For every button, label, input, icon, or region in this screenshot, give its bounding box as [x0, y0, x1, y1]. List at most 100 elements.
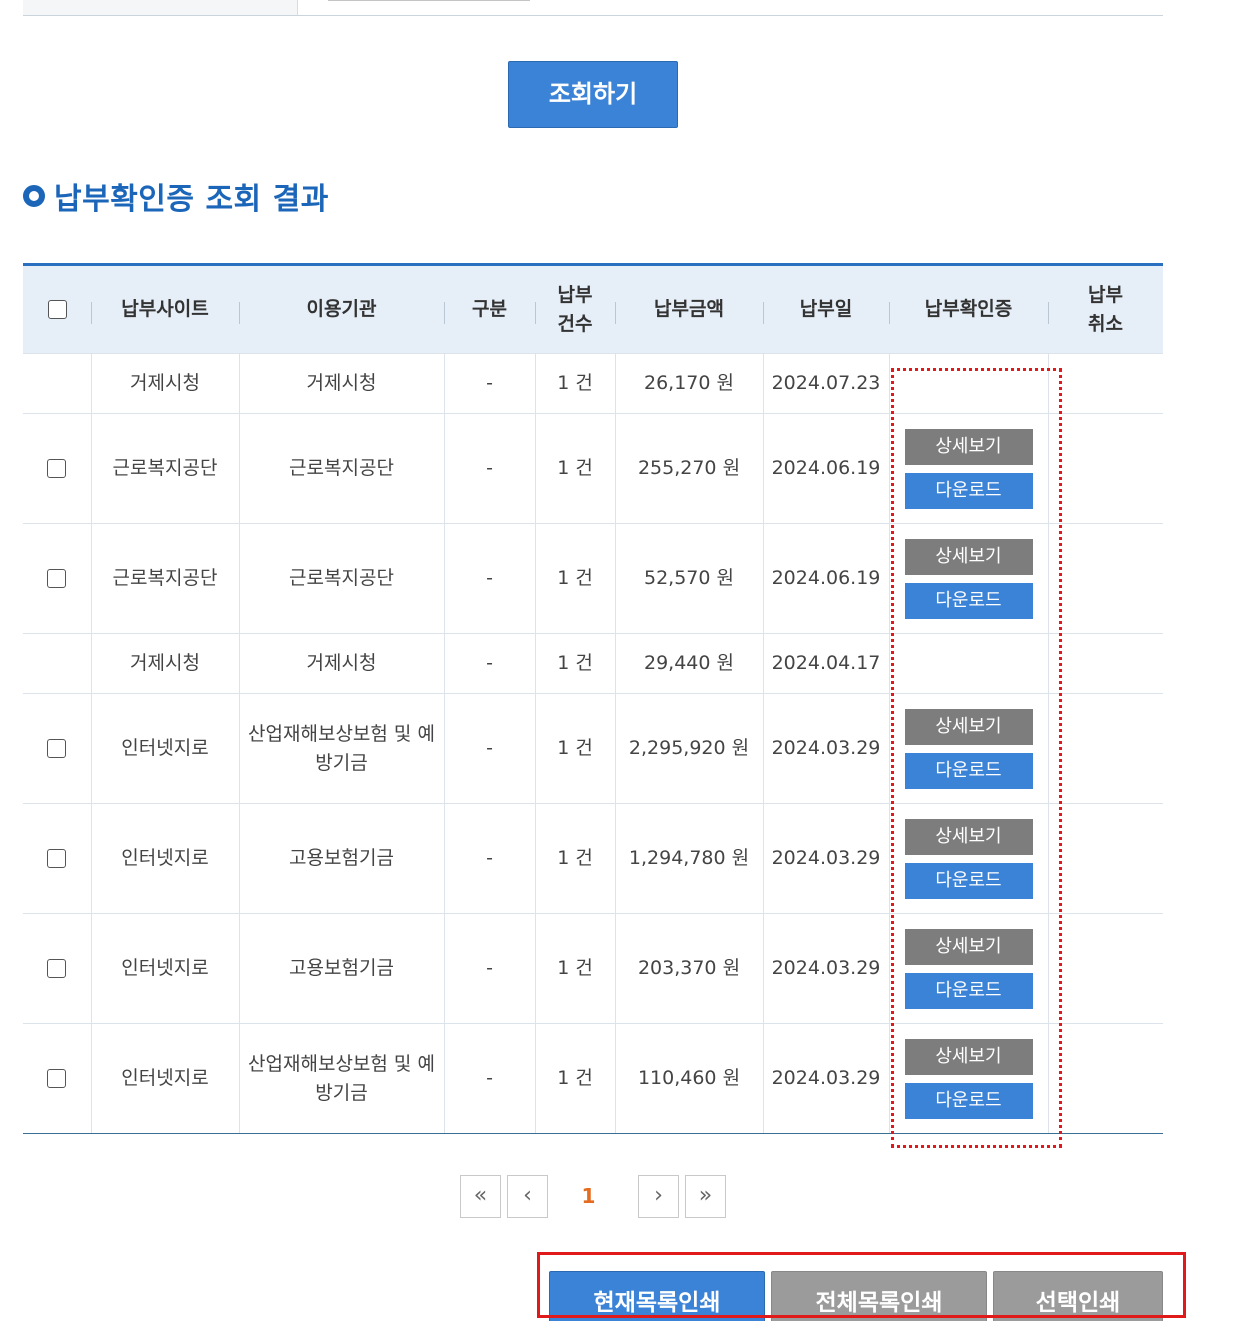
cell-cert: [888, 633, 1048, 694]
cell-agency: 거제시청: [238, 633, 444, 694]
first-page-button[interactable]: «: [460, 1175, 501, 1218]
header-cert: 납부확인증: [889, 263, 1048, 354]
cell-site: 근로복지공단: [90, 413, 239, 524]
detail-button[interactable]: 상세보기: [904, 428, 1033, 465]
table-row: 거제시청 거제시청 - 1 건 26,170 원 2024.07.23: [23, 353, 1163, 414]
table-row: 인터넷지로 산업재해보상보험 및 예방기금 - 1 건 110,460 원 20…: [23, 1023, 1163, 1134]
download-button[interactable]: 다운로드: [904, 972, 1033, 1009]
cell-date: 2024.03.29: [762, 803, 889, 914]
cell-agency: 고용보험기금: [238, 913, 444, 1024]
cell-amount: 255,270 원: [614, 413, 763, 524]
download-button[interactable]: 다운로드: [904, 752, 1033, 789]
cell-type: -: [443, 633, 535, 694]
cell-amount: 29,440 원: [614, 633, 763, 694]
header-site: 납부사이트: [91, 263, 239, 354]
cell-cancel: [1047, 633, 1163, 694]
cell-type: -: [443, 693, 535, 804]
cell-type: -: [443, 353, 535, 414]
cell-type: -: [443, 523, 535, 634]
cell-type: -: [443, 803, 535, 914]
results-table: 납부사이트 이용기관 구분 납부 건수 납부금액 납부일 납부확인증 납부 취소 거…: [23, 263, 1163, 1134]
cell-cert: 상세보기 다운로드: [888, 523, 1048, 634]
cell-amount: 203,370 원: [614, 913, 763, 1024]
cell-count: 1 건: [534, 413, 615, 524]
cell-date: 2024.06.19: [762, 523, 889, 634]
detail-button[interactable]: 상세보기: [904, 708, 1033, 745]
bullet-ring-icon: [23, 185, 45, 207]
header-agency: 이용기관: [239, 263, 444, 354]
cell-amount: 2,295,920 원: [614, 693, 763, 804]
download-button[interactable]: 다운로드: [904, 472, 1033, 509]
cell-count: 1 건: [534, 353, 615, 414]
row-select-cell: [23, 913, 91, 1024]
cell-amount: 1,294,780 원: [614, 803, 763, 914]
header-date: 납부일: [763, 263, 889, 354]
header-cancel: 납부 취소: [1048, 263, 1163, 354]
download-button[interactable]: 다운로드: [904, 1082, 1033, 1119]
header-count: 납부 건수: [535, 263, 615, 354]
cell-date: 2024.03.29: [762, 913, 889, 1024]
cell-site: 인터넷지로: [90, 803, 239, 914]
cell-site: 인터넷지로: [90, 693, 239, 804]
detail-button[interactable]: 상세보기: [904, 538, 1033, 575]
row-select-cell: [23, 633, 91, 694]
cell-date: 2024.06.19: [762, 413, 889, 524]
cert-buttons: 상세보기 다운로드: [890, 428, 1048, 509]
cell-cert: 상세보기 다운로드: [888, 1023, 1048, 1134]
search-form-row: [23, 0, 1163, 16]
cell-cancel: [1047, 1023, 1163, 1134]
cell-agency: 산업재해보상보험 및 예방기금: [238, 1023, 444, 1134]
table-row: 근로복지공단 근로복지공단 - 1 건 255,270 원 2024.06.19…: [23, 413, 1163, 524]
cell-cert: 상세보기 다운로드: [888, 413, 1048, 524]
row-select-cell: [23, 1023, 91, 1134]
cert-buttons: 상세보기 다운로드: [890, 928, 1048, 1009]
last-page-button[interactable]: »: [685, 1175, 726, 1218]
row-select-cell: [23, 413, 91, 524]
cell-type: -: [443, 913, 535, 1024]
table-row: 인터넷지로 산업재해보상보험 및 예방기금 - 1 건 2,295,920 원 …: [23, 693, 1163, 804]
cert-buttons: 상세보기 다운로드: [890, 1038, 1048, 1119]
cert-buttons: 상세보기 다운로드: [890, 818, 1048, 899]
row-select-cell: [23, 693, 91, 804]
row-checkbox[interactable]: [47, 849, 67, 868]
row-select-cell: [23, 353, 91, 414]
cell-count: 1 건: [534, 523, 615, 634]
form-input[interactable]: [328, 0, 530, 1]
cell-count: 1 건: [534, 693, 615, 804]
row-select-cell: [23, 803, 91, 914]
cell-type: -: [443, 413, 535, 524]
table-header-row: 납부사이트 이용기관 구분 납부 건수 납부금액 납부일 납부확인증 납부 취소: [23, 263, 1163, 354]
prev-page-button[interactable]: ‹: [507, 1175, 548, 1218]
cell-agency: 고용보험기금: [238, 803, 444, 914]
detail-button[interactable]: 상세보기: [904, 1038, 1033, 1075]
current-page-number[interactable]: 1: [568, 1175, 609, 1218]
section-header: 납부확인증 조회 결과: [23, 176, 329, 217]
table-row: 근로복지공단 근로복지공단 - 1 건 52,570 원 2024.06.19 …: [23, 523, 1163, 634]
select-all-checkbox[interactable]: [47, 300, 67, 319]
row-checkbox[interactable]: [47, 739, 67, 758]
cell-count: 1 건: [534, 633, 615, 694]
next-page-button[interactable]: ›: [638, 1175, 679, 1218]
cell-count: 1 건: [534, 803, 615, 914]
row-checkbox[interactable]: [47, 459, 67, 478]
form-label-cell: [23, 0, 298, 15]
row-checkbox[interactable]: [47, 1069, 67, 1088]
search-button[interactable]: 조회하기: [508, 61, 678, 128]
download-button[interactable]: 다운로드: [904, 582, 1033, 619]
download-button[interactable]: 다운로드: [904, 862, 1033, 899]
cell-agency: 근로복지공단: [238, 413, 444, 524]
print-selected-button[interactable]: 선택인쇄: [993, 1271, 1163, 1321]
cell-cert: 상세보기 다운로드: [888, 803, 1048, 914]
detail-button[interactable]: 상세보기: [904, 818, 1033, 855]
print-all-list-button[interactable]: 전체목록인쇄: [771, 1271, 987, 1321]
cell-date: 2024.03.29: [762, 1023, 889, 1134]
row-checkbox[interactable]: [47, 959, 67, 978]
detail-button[interactable]: 상세보기: [904, 928, 1033, 965]
print-current-list-button[interactable]: 현재목록인쇄: [549, 1271, 765, 1321]
cell-cancel: [1047, 913, 1163, 1024]
table-row: 인터넷지로 고용보험기금 - 1 건 203,370 원 2024.03.29 …: [23, 913, 1163, 1024]
row-checkbox[interactable]: [47, 569, 67, 588]
cell-cert: [888, 353, 1048, 414]
cell-amount: 52,570 원: [614, 523, 763, 634]
cell-amount: 26,170 원: [614, 353, 763, 414]
